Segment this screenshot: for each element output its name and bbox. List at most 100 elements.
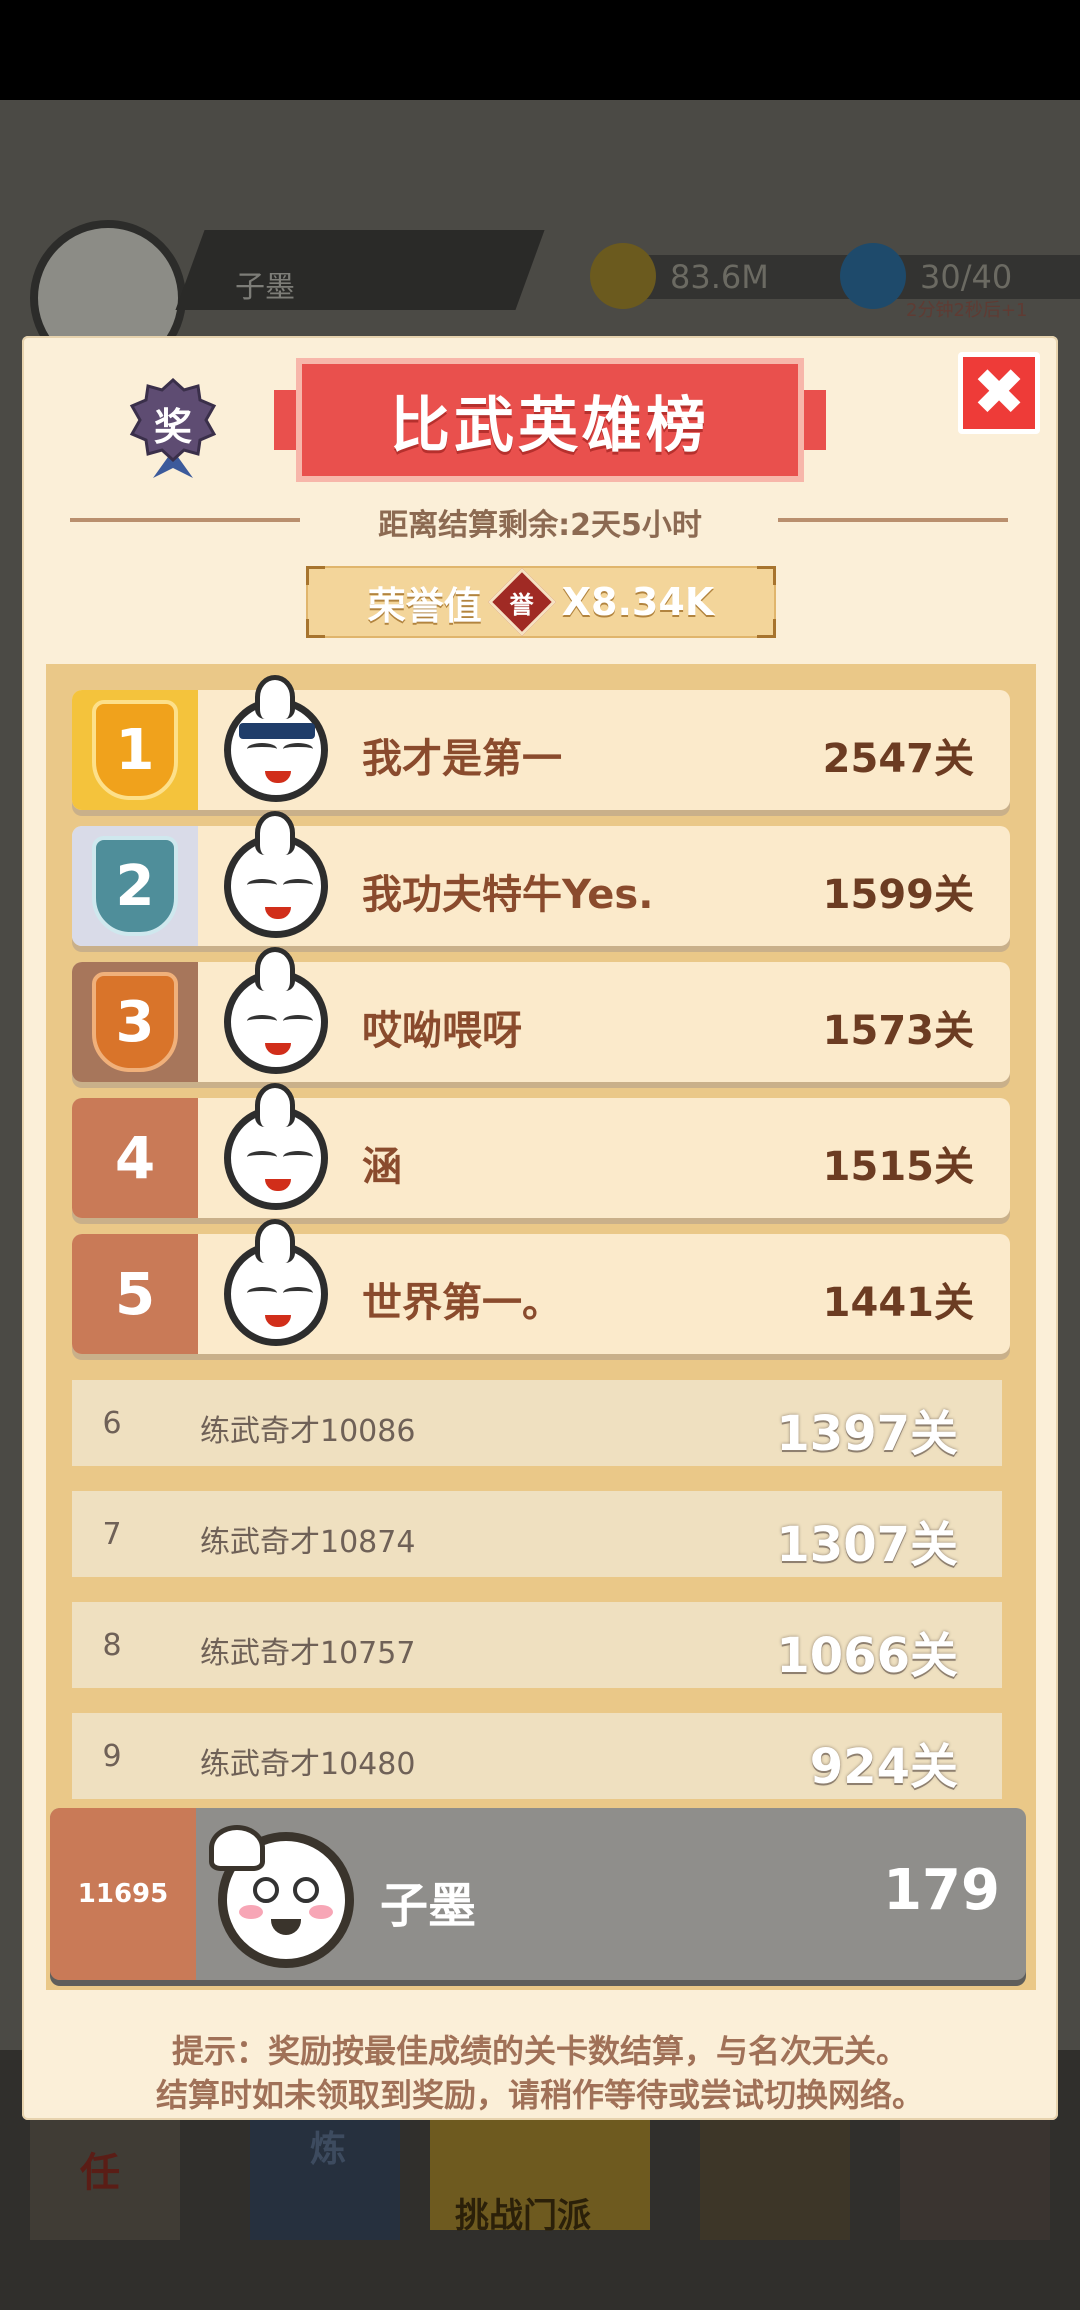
- rank-row-6[interactable]: 6 练武奇才10086 1397关: [72, 1380, 1002, 1466]
- avatar-eye: [247, 743, 277, 755]
- tip-line-1: 提示：奖励按最佳成绩的关卡数结算，与名次无关。: [171, 2032, 908, 2070]
- player-name: 涵: [362, 1144, 402, 1190]
- bottom-tab-challenge-label: 挑战门派: [455, 2196, 591, 2236]
- my-name: 子墨: [380, 1878, 477, 1934]
- avatar-eye: [247, 1287, 277, 1299]
- corner-ornament: [306, 566, 325, 585]
- rank-number: 5: [114, 1260, 156, 1328]
- avatar-mouth: [265, 907, 291, 919]
- avatar-tuft: [255, 675, 295, 719]
- award-badge-icon: 奖: [128, 377, 218, 478]
- avatar-tuft: [209, 1825, 265, 1871]
- avatar-tuft: [255, 947, 295, 991]
- player-score: 1066关: [776, 1628, 958, 1684]
- player-score: 1573关: [822, 1008, 974, 1054]
- avatar: [224, 1083, 328, 1210]
- background-energy: 30/40: [840, 243, 1080, 309]
- avatar: [224, 947, 328, 1074]
- avatar-tuft: [255, 1083, 295, 1127]
- player-score: 1599关: [822, 872, 974, 918]
- energy-timer: 2分钟2秒后+1: [906, 300, 1028, 321]
- honor-icon-glyph: 誉: [509, 590, 534, 619]
- my-rank-row[interactable]: 11695 子墨 179: [50, 1808, 1026, 1980]
- player-score: 1515关: [822, 1144, 974, 1190]
- player-score: 2547关: [822, 736, 974, 782]
- close-icon: ✖: [972, 356, 1026, 430]
- my-score: 179: [883, 1858, 1000, 1923]
- settlement-countdown: 距离结算剩余:2天5小时: [378, 508, 702, 543]
- avatar-eye: [293, 1877, 319, 1903]
- avatar-blush: [309, 1905, 333, 1919]
- player-name: 我才是第一: [362, 736, 562, 782]
- avatar-eye: [247, 879, 277, 891]
- avatar-eye: [247, 1151, 277, 1163]
- avatar-mouth: [265, 1043, 291, 1055]
- avatar-tuft: [255, 1219, 295, 1263]
- rank-number: 6: [102, 1406, 122, 1441]
- player-score: 1441关: [822, 1280, 974, 1326]
- avatar: [224, 811, 328, 938]
- divider-left: [70, 518, 300, 522]
- honor-value-box: 荣誉值 誉 X8.34K: [306, 566, 776, 638]
- rank-row-8[interactable]: 8 练武奇才10757 1066关: [72, 1602, 1002, 1688]
- player-name: 练武奇才10757: [200, 1636, 416, 1671]
- rank-number: 8: [102, 1628, 122, 1663]
- avatar-mouth: [265, 1179, 291, 1191]
- coin-value: 83.6M: [670, 258, 769, 296]
- rank-cell: 1: [72, 690, 198, 810]
- avatar-blush: [239, 1905, 263, 1919]
- rank-row-9[interactable]: 9 练武奇才10480 924关: [72, 1713, 1002, 1799]
- close-button[interactable]: ✖: [958, 352, 1040, 434]
- corner-ornament: [757, 566, 776, 585]
- leaderboard-title: 比武英雄榜: [274, 358, 826, 482]
- player-score: 924关: [809, 1739, 958, 1795]
- player-name: 练武奇才10874: [200, 1525, 416, 1560]
- award-badge-glyph: 奖: [153, 405, 192, 449]
- background-player-name: 子墨: [235, 270, 295, 305]
- corner-ornament: [757, 619, 776, 638]
- background-coins: 83.6M: [590, 243, 860, 309]
- headband-icon: [239, 723, 315, 739]
- rank-row-5[interactable]: 5 世界第一。 1441关: [72, 1219, 1010, 1354]
- player-name: 哎呦喂呀: [362, 1008, 522, 1054]
- gold-medal-icon: 1: [92, 700, 178, 800]
- rank-row-1[interactable]: 1 我才是第一 2547关: [72, 675, 1010, 810]
- rank-row-7[interactable]: 7 练武奇才10874 1307关: [72, 1491, 1002, 1577]
- coin-icon: [590, 243, 656, 309]
- player-name: 练武奇才10480: [200, 1747, 416, 1782]
- player-score: 1307关: [776, 1517, 958, 1573]
- tip-line-2: 结算时如未领取到奖励，请稍作等待或尝试切换网络。: [155, 2076, 924, 2114]
- my-rank-number: 11695: [50, 1808, 196, 1980]
- avatar-eye: [253, 1877, 279, 1903]
- silver-medal-icon: 2: [92, 836, 178, 936]
- rank-number: 7: [102, 1517, 122, 1552]
- honor-value: X8.34K: [561, 580, 715, 624]
- avatar: [224, 1219, 328, 1346]
- player-name: 我功夫特牛Yes.: [362, 872, 654, 918]
- rank-row-4[interactable]: 4 涵 1515关: [72, 1083, 1010, 1218]
- corner-ornament: [306, 619, 325, 638]
- rank-cell: 4: [72, 1098, 198, 1218]
- energy-icon: [840, 243, 906, 309]
- rank-number: 1: [115, 717, 155, 783]
- honor-label: 荣誉值: [367, 583, 482, 628]
- avatar-mouth: [271, 1919, 301, 1935]
- avatar-mouth: [265, 1315, 291, 1327]
- player-score: 1397关: [776, 1406, 958, 1462]
- status-bar: [0, 0, 1080, 100]
- avatar-tuft: [255, 811, 295, 855]
- avatar-eye: [283, 879, 313, 891]
- rank-row-3[interactable]: 3 哎呦喂呀 1573关: [72, 947, 1010, 1082]
- avatar-eye: [283, 1015, 313, 1027]
- avatar: [224, 675, 328, 802]
- rank-cell: 5: [72, 1234, 198, 1354]
- rank-cell: 2: [72, 826, 198, 946]
- avatar-eye: [283, 1287, 313, 1299]
- divider-right: [778, 518, 1008, 522]
- my-avatar: [209, 1825, 354, 1968]
- rank-row-2[interactable]: 2 我功夫特牛Yes. 1599关: [72, 811, 1010, 946]
- rank-number: 4: [114, 1124, 156, 1192]
- bottom-tab-1-glyph: 任: [80, 2150, 120, 2196]
- rank-number: 3: [115, 989, 155, 1055]
- background-name-plate: [175, 230, 545, 310]
